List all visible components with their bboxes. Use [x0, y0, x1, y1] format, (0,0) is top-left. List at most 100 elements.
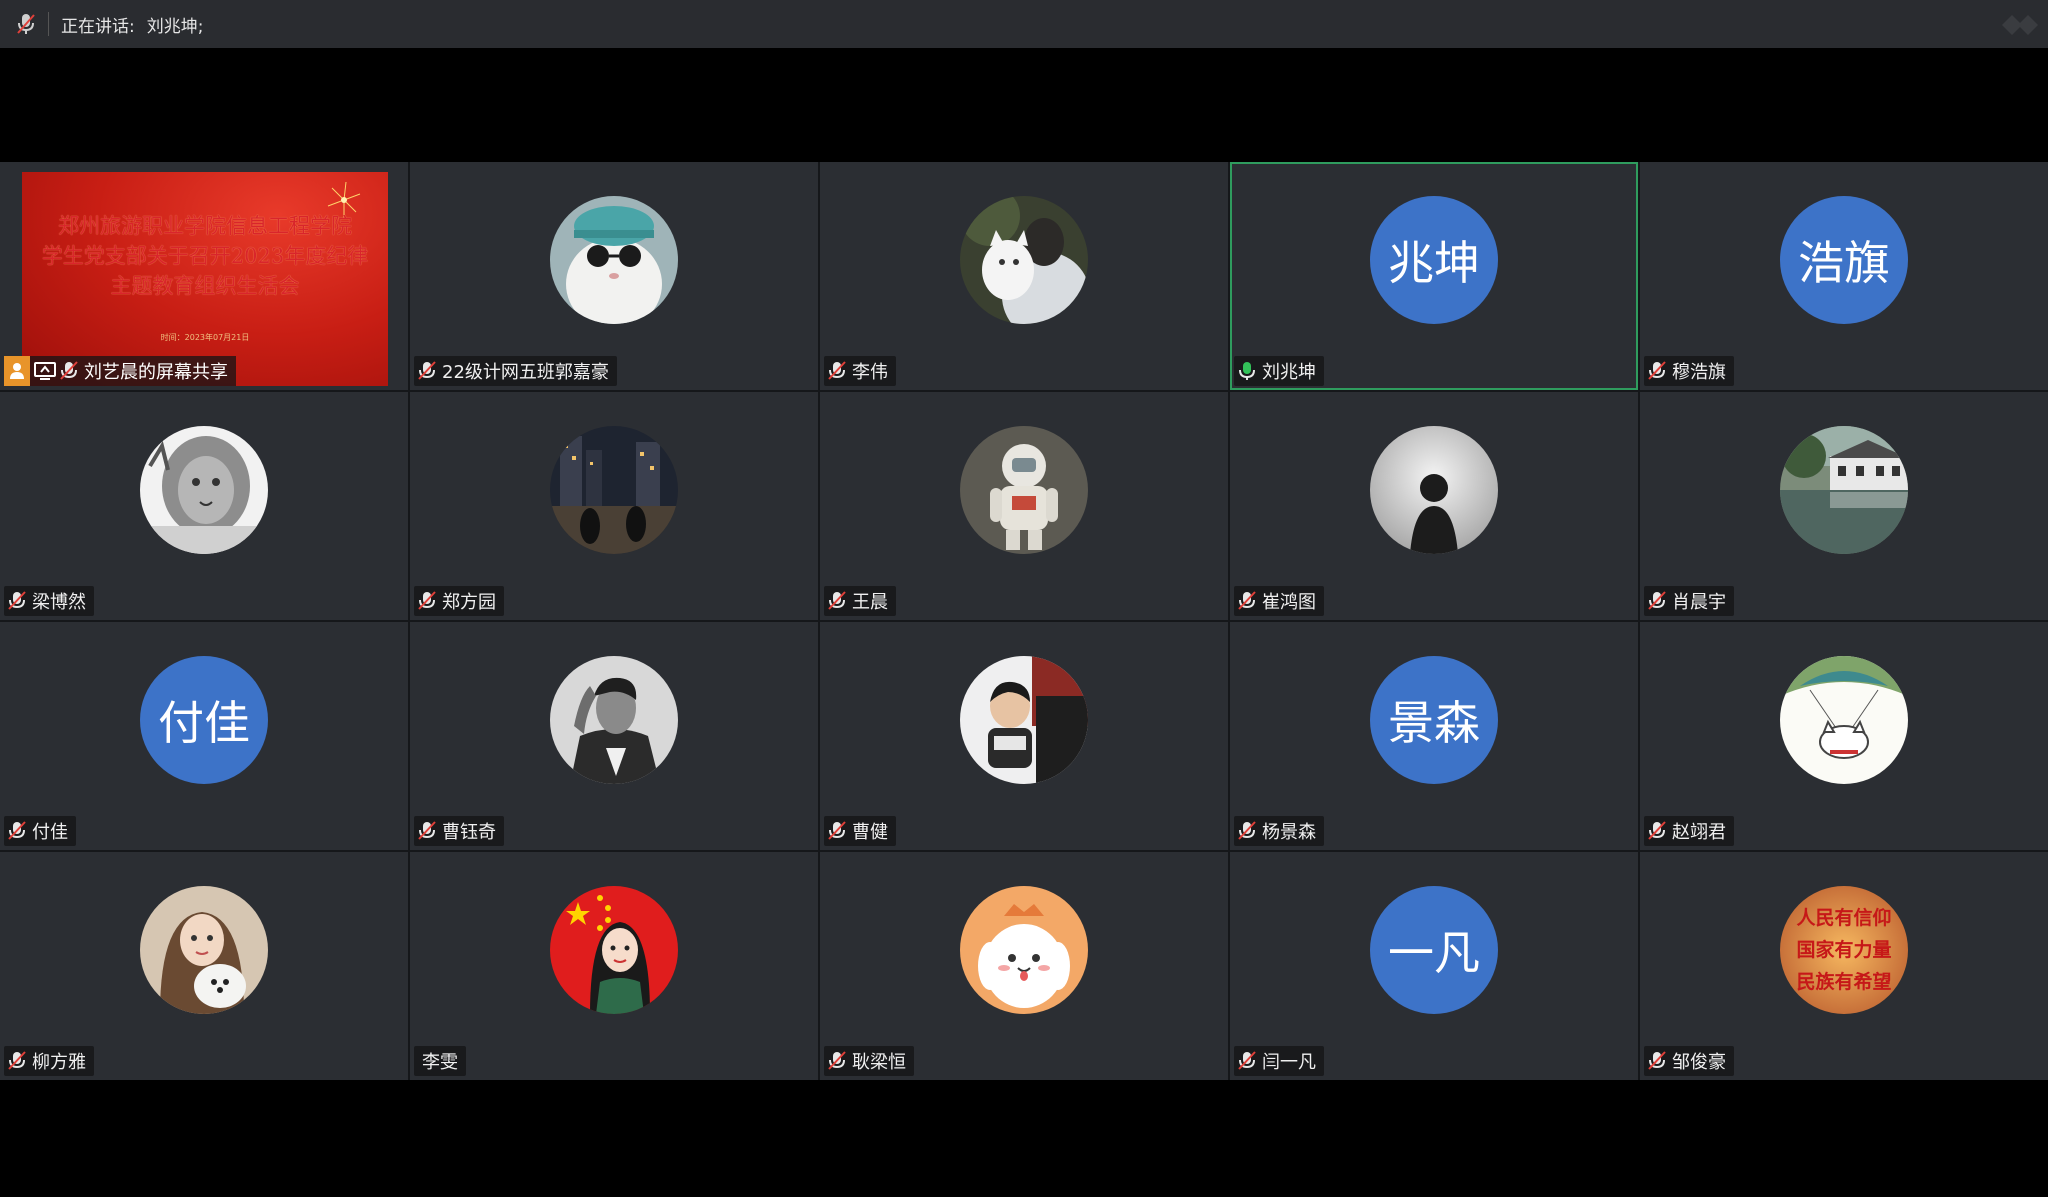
- speaking-indicator: 正在讲话: 刘兆坤;: [61, 12, 203, 37]
- muted-mic-icon: [1648, 361, 1666, 380]
- share-title-line1: 郑州旅游职业学院信息工程学院: [58, 214, 352, 238]
- muted-mic-icon[interactable]: [16, 13, 36, 35]
- participant-name: 22级计网五班郭嘉豪: [442, 362, 609, 383]
- participant-nametag: 耿梁恒: [824, 1046, 914, 1076]
- participant-nametag: 曹健: [824, 816, 896, 846]
- muted-mic-icon: [60, 361, 78, 380]
- slogan-line: 人民有信仰: [1796, 906, 1891, 929]
- initials-avatar: 景森: [1370, 656, 1498, 784]
- participant-nametag: 杨景森: [1234, 816, 1324, 846]
- participant-nametag: 付佳: [4, 816, 76, 846]
- participant-nametag: 李伟: [824, 356, 896, 386]
- participant-tile[interactable]: 一凡闫一凡: [1230, 852, 1638, 1080]
- participant-nametag: 王晨: [824, 586, 896, 616]
- initials-avatar: 一凡: [1370, 886, 1498, 1014]
- participant-name: 郑方园: [442, 592, 496, 613]
- participant-nametag: 闫一凡: [1234, 1046, 1324, 1076]
- participant-tile[interactable]: 付佳 付佳: [0, 622, 408, 850]
- participant-tile[interactable]: 赵翊君: [1640, 622, 2048, 850]
- avatar: 人民有信仰国家有力量民族有希望: [1780, 886, 1908, 1014]
- participant-tile[interactable]: 李雯: [410, 852, 818, 1080]
- speaking-label: 正在讲话:: [61, 16, 135, 37]
- participant-name: 刘兆坤: [1262, 362, 1316, 383]
- participant-nametag: 邹俊豪: [1644, 1046, 1734, 1076]
- participant-nametag: 柳方雅: [4, 1046, 94, 1076]
- participant-tile[interactable]: 肖晨宇: [1640, 392, 2048, 620]
- participant-name: 邹俊豪: [1672, 1052, 1726, 1073]
- muted-mic-icon: [828, 821, 846, 840]
- avatar: [140, 886, 268, 1014]
- screen-share-tile[interactable]: 郑州旅游职业学院信息工程学院 学生党支部关于召开2023年度纪律 主题教育组织生…: [0, 162, 408, 390]
- muted-mic-icon: [1238, 821, 1256, 840]
- avatar: [140, 426, 268, 554]
- avatar: [550, 886, 678, 1014]
- muted-mic-icon: [1648, 821, 1666, 840]
- participant-tile[interactable]: 崔鸿图: [1230, 392, 1638, 620]
- avatar: [550, 426, 678, 554]
- muted-mic-icon: [418, 591, 436, 610]
- participant-name: 杨景森: [1262, 822, 1316, 843]
- participant-tile[interactable]: 李伟: [820, 162, 1228, 390]
- participant-tile[interactable]: 人民有信仰国家有力量民族有希望邹俊豪: [1640, 852, 2048, 1080]
- participant-name: 梁博然: [32, 592, 86, 613]
- participant-tile[interactable]: 曹钰奇: [410, 622, 818, 850]
- initials-avatar: 浩旗: [1780, 196, 1908, 324]
- participant-name: 赵翊君: [1672, 822, 1726, 843]
- divider: [48, 12, 49, 36]
- mic-active-icon: [1239, 362, 1255, 380]
- participant-nametag: 梁博然: [4, 586, 94, 616]
- participant-tile[interactable]: 浩旗穆浩旗: [1640, 162, 2048, 390]
- avatar: [960, 426, 1088, 554]
- participant-nametag: 赵翊君: [1644, 816, 1734, 846]
- initials-avatar: 付佳: [140, 656, 268, 784]
- screen-share-nametag: 刘艺晨的屏幕共享: [4, 356, 236, 386]
- participant-name: 付佳: [32, 822, 68, 843]
- share-date: 时间：2023年07月21日: [160, 333, 250, 342]
- participant-tile[interactable]: 耿梁恒: [820, 852, 1228, 1080]
- participant-tile[interactable]: 王晨: [820, 392, 1228, 620]
- participant-tile[interactable]: 郑方园: [410, 392, 818, 620]
- participant-nametag: 肖晨宇: [1644, 586, 1734, 616]
- muted-mic-icon: [828, 361, 846, 380]
- participant-name: 崔鸿图: [1262, 592, 1316, 613]
- logo-icon: [2002, 15, 2038, 35]
- participant-nametag: 崔鸿图: [1234, 586, 1324, 616]
- participant-nametag: 穆浩旗: [1644, 356, 1734, 386]
- initials-avatar: 兆坤: [1370, 196, 1498, 324]
- avatar: [960, 196, 1088, 324]
- participant-name: 肖晨宇: [1672, 592, 1726, 613]
- muted-mic-icon: [1648, 591, 1666, 610]
- meeting-top-bar: 正在讲话: 刘兆坤;: [0, 0, 2048, 48]
- slogan-line: 民族有希望: [1796, 970, 1891, 993]
- participant-name: 柳方雅: [32, 1052, 86, 1073]
- participant-name: 曹钰奇: [442, 822, 496, 843]
- muted-mic-icon: [1648, 1051, 1666, 1070]
- host-icon: [4, 356, 30, 386]
- muted-mic-icon: [8, 591, 26, 610]
- muted-mic-icon: [418, 821, 436, 840]
- participant-name: 耿梁恒: [852, 1052, 906, 1073]
- avatar: [550, 196, 678, 324]
- participant-tile[interactable]: 梁博然: [0, 392, 408, 620]
- participant-tile[interactable]: 景森杨景森: [1230, 622, 1638, 850]
- participant-nametag: 刘兆坤: [1234, 356, 1324, 386]
- participant-tile[interactable]: 柳方雅: [0, 852, 408, 1080]
- participant-tile[interactable]: 曹健: [820, 622, 1228, 850]
- participant-name: 李雯: [422, 1052, 458, 1073]
- participant-tile[interactable]: 兆坤刘兆坤: [1230, 162, 1638, 390]
- share-title-line2: 学生党支部关于召开2023年度纪律: [41, 244, 369, 268]
- participant-name: 李伟: [852, 362, 888, 383]
- screen-share-label: 刘艺晨的屏幕共享: [84, 362, 228, 383]
- avatar: [960, 656, 1088, 784]
- share-title-line3: 主题教育组织生活会: [110, 274, 300, 298]
- participant-tile[interactable]: 22级计网五班郭嘉豪: [410, 162, 818, 390]
- speaking-name: 刘兆坤;: [146, 16, 204, 37]
- avatar: [1370, 426, 1498, 554]
- slogan-line: 国家有力量: [1796, 938, 1891, 961]
- participant-name: 闫一凡: [1262, 1052, 1316, 1073]
- bottom-bar: [0, 1080, 2048, 1197]
- avatar: [550, 656, 678, 784]
- participant-nametag: 李雯: [414, 1046, 466, 1076]
- muted-mic-icon: [828, 591, 846, 610]
- muted-mic-icon: [418, 361, 436, 380]
